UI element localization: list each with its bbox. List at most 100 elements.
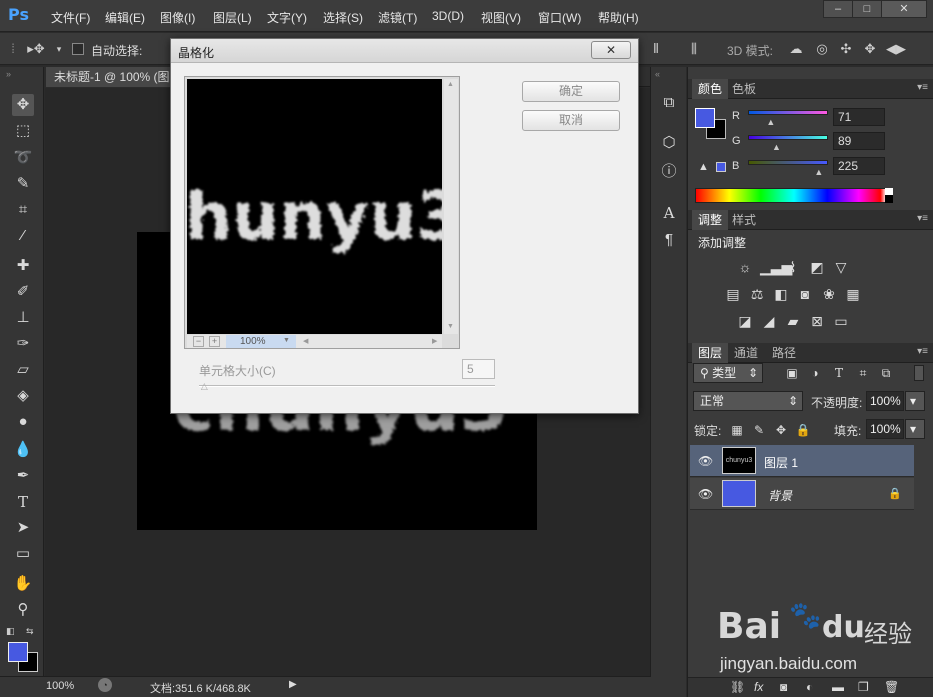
fx-icon[interactable]: fx <box>754 680 763 694</box>
auto-select-checkbox[interactable] <box>72 43 84 55</box>
menu-edit[interactable]: 编辑(E) <box>105 9 145 26</box>
cancel-button[interactable]: 取消 <box>522 110 620 131</box>
zoom-out-button[interactable]: − <box>193 336 204 347</box>
levels-icon[interactable]: ▁▃▅ <box>760 258 792 276</box>
filter-toggle[interactable] <box>914 365 924 381</box>
zoom-in-button[interactable]: + <box>209 336 220 347</box>
blur-tool-icon[interactable]: 💧 <box>12 439 34 461</box>
eraser-tool-icon[interactable]: ▱ <box>12 359 34 381</box>
dodge-tool-icon[interactable]: ● <box>12 411 34 433</box>
eyedropper-tool-icon[interactable]: ⁄ <box>12 225 34 247</box>
menu-layer[interactable]: 图层(L) <box>213 9 252 26</box>
menu-help[interactable]: 帮助(H) <box>598 9 639 26</box>
lock-position-icon[interactable]: ✥ <box>772 421 790 439</box>
layers-menu-icon[interactable]: ▾≡ <box>917 346 928 357</box>
ramp-white-swatch[interactable] <box>885 188 893 195</box>
layer-filter-select[interactable]: ⚲ 类型 ⇕ <box>693 363 763 383</box>
posterize-icon[interactable]: ◢ <box>760 312 778 330</box>
filter-type-icon[interactable]: T <box>830 364 848 382</box>
3d-panel-icon[interactable]: ⬡ <box>659 133 679 153</box>
character-panel-icon[interactable]: A <box>659 203 679 223</box>
dialog-title-bar[interactable]: 晶格化 ✕ <box>171 39 638 63</box>
channel-g-slider[interactable] <box>748 135 828 140</box>
lock-transparent-icon[interactable]: ▦ <box>728 421 746 439</box>
ramp-black-swatch[interactable] <box>885 195 893 203</box>
hue-saturation-icon[interactable]: ▤ <box>724 285 742 303</box>
eye-icon[interactable]: 👁 <box>698 487 713 501</box>
3d-drag-icon[interactable]: ✣ <box>838 41 854 57</box>
menu-select[interactable]: 选择(S) <box>323 9 363 26</box>
panel-menu-icon[interactable]: ▾≡ <box>917 82 928 93</box>
3d-rotate-icon[interactable]: ☁ <box>788 41 804 57</box>
chevron-down-icon[interactable]: ▾ <box>51 41 67 57</box>
link-layers-icon[interactable]: ⛓ <box>730 680 745 694</box>
3d-scale-icon[interactable]: ◀▶ <box>886 41 906 57</box>
vibrance-icon[interactable]: ▽ <box>832 258 850 276</box>
paint-bucket-tool-icon[interactable]: ◈ <box>12 385 34 407</box>
menu-image[interactable]: 图像(I) <box>160 9 195 26</box>
new-adjustment-icon[interactable]: ◐ <box>806 680 813 694</box>
invert-icon[interactable]: ◪ <box>736 312 754 330</box>
color-balance-icon[interactable]: ⚖ <box>748 285 766 303</box>
pen-tool-icon[interactable]: ✒ <box>12 465 34 487</box>
paragraph-panel-icon[interactable]: ¶ <box>659 230 679 250</box>
delete-layer-icon[interactable]: 🗑 <box>884 680 899 694</box>
brightness-contrast-icon[interactable]: ☼ <box>736 258 754 276</box>
channel-r-value[interactable]: 71 <box>833 108 885 126</box>
curves-icon[interactable]: ⌇ <box>784 258 802 276</box>
history-brush-tool-icon[interactable]: ✑ <box>12 333 34 355</box>
hand-tool-icon[interactable]: ✋ <box>12 573 34 595</box>
swap-colors-icon[interactable]: ⇆ <box>26 626 34 637</box>
filter-pixel-icon[interactable]: ▣ <box>783 364 801 382</box>
marquee-tool-icon[interactable]: ⬚ <box>12 120 34 142</box>
lasso-tool-icon[interactable]: ➰ <box>12 147 34 169</box>
web-safe-swatch[interactable] <box>716 162 726 172</box>
new-layer-icon[interactable]: ❐ <box>858 680 869 694</box>
channel-g-thumb[interactable]: ▲ <box>772 142 781 152</box>
expand-dock-icon[interactable]: « <box>655 69 660 79</box>
zoom-tool-icon[interactable]: ⚲ <box>12 599 34 621</box>
menu-filter[interactable]: 滤镜(T) <box>378 9 417 26</box>
blend-mode-select[interactable]: 正常 ⇕ <box>693 391 803 411</box>
photo-filter-icon[interactable]: ◙ <box>796 285 814 303</box>
color-foreground-swatch[interactable] <box>695 108 715 128</box>
scroll-up-icon[interactable]: ▲ <box>447 81 454 88</box>
ok-button[interactable]: 确定 <box>522 81 620 102</box>
filter-shape-icon[interactable]: ⌗ <box>854 364 872 382</box>
scroll-left-icon[interactable]: ◀ <box>303 337 308 345</box>
collapse-arrows-icon[interactable]: » <box>6 69 11 79</box>
tab-paths[interactable]: 路径 <box>766 343 802 363</box>
status-menu-arrow-icon[interactable]: ▶ <box>289 679 297 690</box>
black-white-icon[interactable]: ◧ <box>772 285 790 303</box>
maximize-button[interactable]: □ <box>852 0 882 18</box>
cell-size-slider-thumb[interactable]: △ <box>201 381 208 392</box>
distribute-horizontal-icon[interactable]: ⫼ <box>686 41 702 57</box>
menu-view[interactable]: 视图(V) <box>481 9 521 26</box>
foreground-color-swatch[interactable] <box>8 642 28 662</box>
brush-tool-icon[interactable]: ✐ <box>12 281 34 303</box>
cell-size-slider[interactable] <box>199 385 495 387</box>
channel-mixer-icon[interactable]: ❀ <box>820 285 838 303</box>
default-colors-icon[interactable]: ◧ <box>6 626 15 637</box>
info-panel-icon[interactable]: ⓘ <box>659 162 679 182</box>
new-group-icon[interactable]: ▬ <box>832 680 844 694</box>
channel-b-slider[interactable] <box>748 160 828 165</box>
fill-input[interactable]: 100% <box>866 419 904 439</box>
filter-smart-icon[interactable]: ⧉ <box>877 364 895 382</box>
dialog-close-button[interactable]: ✕ <box>591 41 631 59</box>
cell-size-input[interactable]: 5 <box>462 359 495 379</box>
menu-3d[interactable]: 3D(D) <box>432 9 464 23</box>
threshold-icon[interactable]: ▰ <box>784 312 802 330</box>
channel-b-thumb[interactable]: ▲ <box>814 167 823 177</box>
crop-tool-icon[interactable]: ⌗ <box>12 199 34 221</box>
minimize-button[interactable]: – <box>823 0 853 18</box>
preview-image[interactable]: hunyu3 <box>187 79 442 334</box>
close-window-button[interactable]: ✕ <box>881 0 927 18</box>
status-share-icon[interactable]: ◔ <box>98 678 112 692</box>
add-mask-icon[interactable]: ◙ <box>780 680 787 694</box>
filter-adjustment-icon[interactable]: ◑ <box>806 364 824 382</box>
distribute-icon[interactable]: ⫴ <box>648 41 664 57</box>
tab-layers[interactable]: 图层 <box>692 343 729 363</box>
quick-select-tool-icon[interactable]: ✎ <box>12 173 34 195</box>
channel-b-value[interactable]: 225 <box>833 157 885 175</box>
